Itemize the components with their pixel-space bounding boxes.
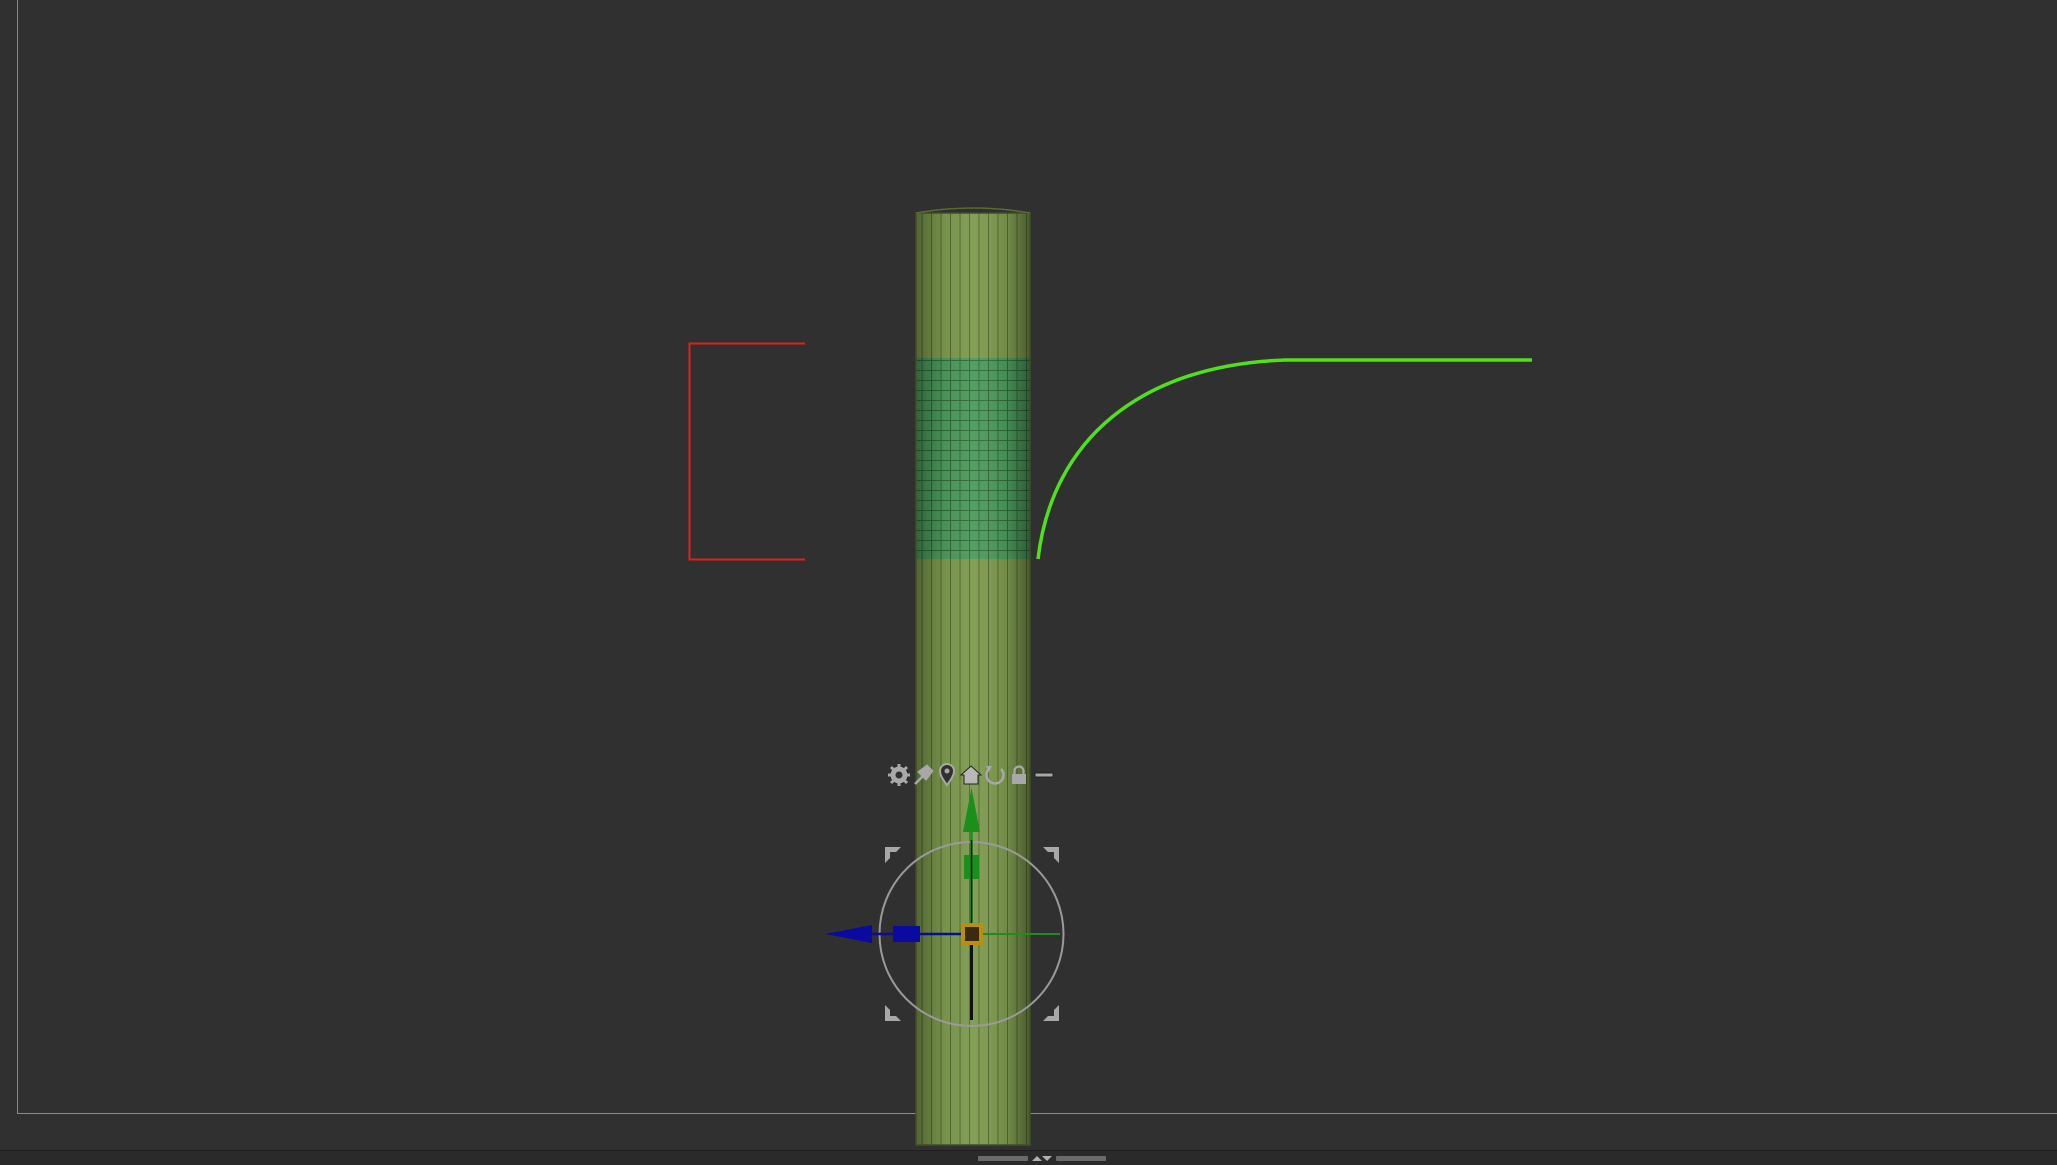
minus-icon[interactable]: [1034, 772, 1054, 778]
collapse-up-icon[interactable]: [1032, 1156, 1042, 1161]
viewport-canvas[interactable]: [0, 0, 2057, 1164]
collapse-toggle[interactable]: [1031, 1153, 1053, 1163]
bottom-bar-handle-left[interactable]: [978, 1156, 1028, 1161]
gear-icon[interactable]: [888, 764, 910, 786]
bottom-collapse-bar: [0, 1150, 2057, 1165]
curve-spline[interactable]: [1036, 358, 1532, 560]
gizmo-x-arrow-icon[interactable]: [825, 925, 872, 943]
selection-bracket: [688, 342, 805, 561]
3d-viewport[interactable]: [0, 0, 2057, 1164]
gizmo-x-scale-handle[interactable]: [893, 926, 920, 942]
collapse-down-icon[interactable]: [1042, 1156, 1052, 1161]
bottom-bar-handle-right[interactable]: [1056, 1156, 1106, 1161]
